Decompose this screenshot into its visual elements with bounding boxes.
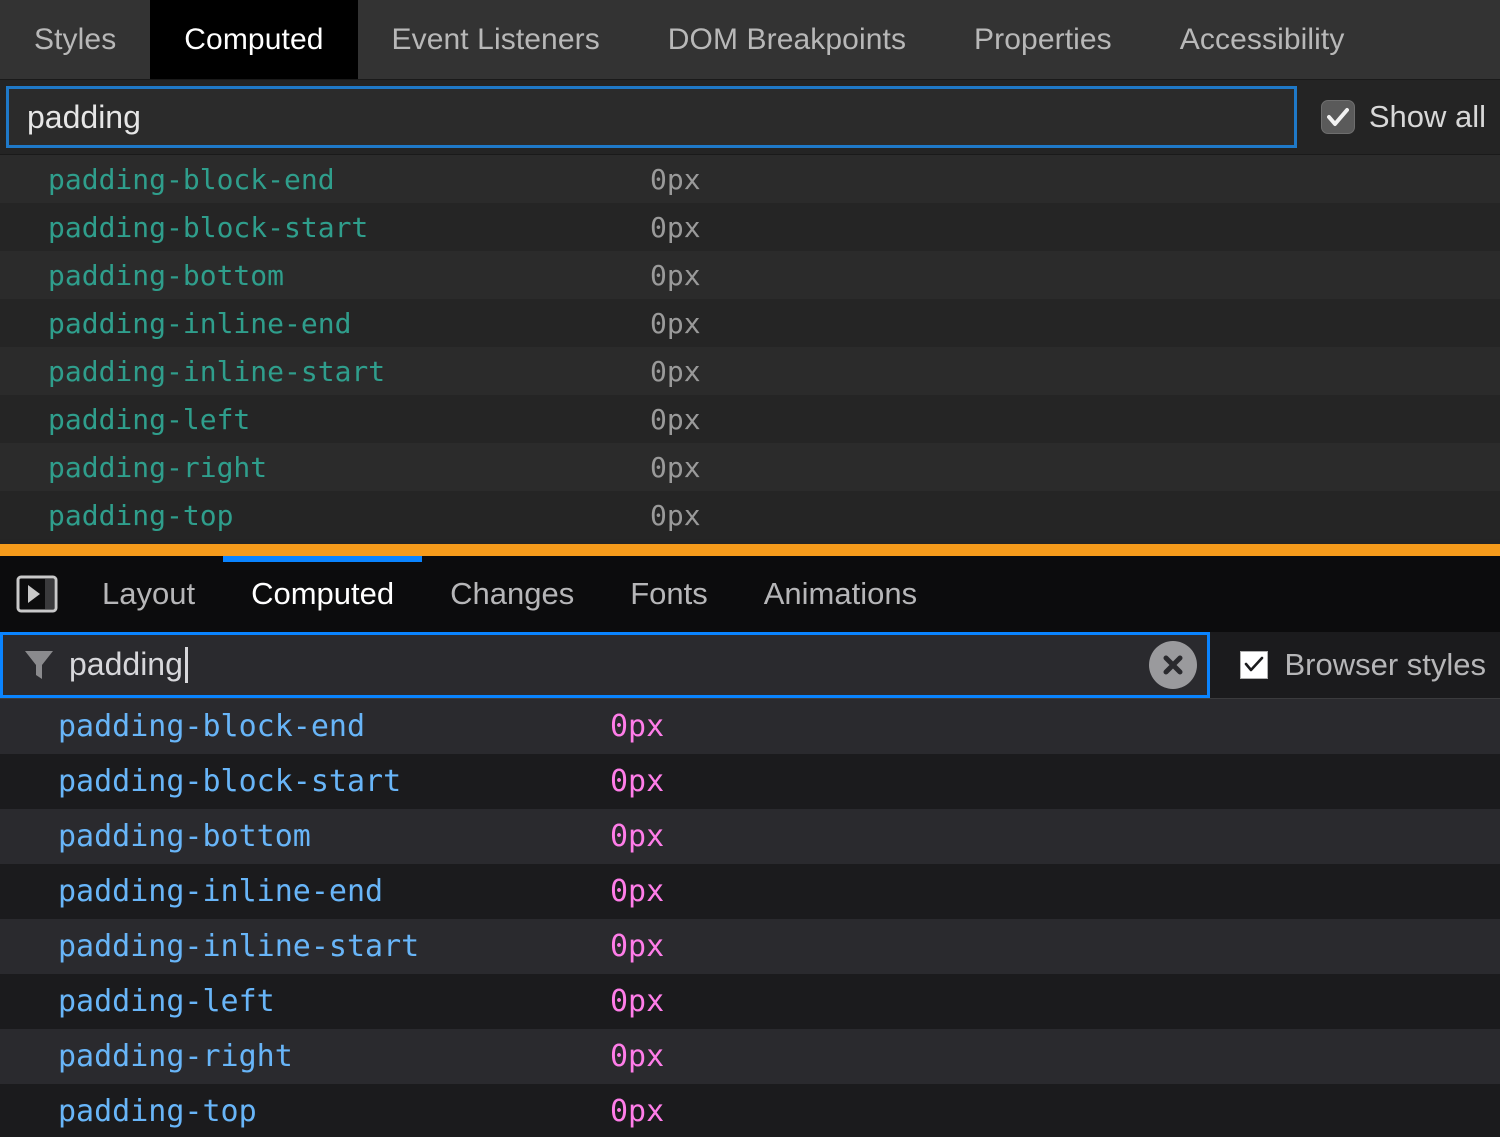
property-value: 0px	[650, 259, 701, 292]
chrome-tab-bar: Styles Computed Event Listeners DOM Brea…	[0, 0, 1500, 80]
table-row[interactable]: padding-block-start 0px	[0, 203, 1500, 251]
property-name: padding-right	[0, 1039, 610, 1074]
chrome-property-list[interactable]: padding-block-end 0px padding-block-star…	[0, 154, 1500, 544]
property-value: 0px	[650, 403, 701, 436]
property-value: 0px	[610, 1094, 664, 1129]
tab-fonts[interactable]: Fonts	[602, 556, 736, 632]
property-value: 0px	[650, 307, 701, 340]
tab-styles[interactable]: Styles	[0, 0, 150, 79]
table-row[interactable]: padding-left 0px	[0, 395, 1500, 443]
property-name: padding-left	[0, 403, 650, 436]
property-name: padding-bottom	[0, 259, 650, 292]
chrome-computed-panel: Styles Computed Event Listeners DOM Brea…	[0, 0, 1500, 544]
firefox-computed-panel: Layout Computed Changes Fonts Animations…	[0, 556, 1500, 1137]
property-value: 0px	[610, 929, 664, 964]
property-name: padding-block-end	[0, 709, 610, 744]
property-value: 0px	[610, 819, 664, 854]
chrome-filter-input[interactable]: padding	[6, 86, 1297, 148]
property-name: padding-block-end	[0, 163, 650, 196]
table-row[interactable]: padding-block-start 0px	[0, 754, 1500, 809]
table-row[interactable]: padding-bottom 0px	[0, 809, 1500, 864]
property-name: padding-top	[0, 499, 650, 532]
text-caret	[185, 647, 188, 683]
table-row[interactable]: padding-inline-start 0px	[0, 919, 1500, 974]
firefox-filter-bar: padding Browser styles	[0, 632, 1500, 698]
firefox-tab-bar: Layout Computed Changes Fonts Animations	[0, 556, 1500, 632]
property-name: padding-right	[0, 451, 650, 484]
tab-event-listeners[interactable]: Event Listeners	[358, 0, 634, 79]
firefox-filter-value: padding	[69, 646, 183, 683]
property-name: padding-block-start	[0, 764, 610, 799]
devtools-comparison-screenshot: Styles Computed Event Listeners DOM Brea…	[0, 0, 1500, 1137]
table-row[interactable]: padding-bottom 0px	[0, 251, 1500, 299]
checkbox-checked-icon[interactable]	[1240, 651, 1268, 679]
table-row[interactable]: padding-inline-start 0px	[0, 347, 1500, 395]
tab-properties[interactable]: Properties	[940, 0, 1146, 79]
tab-computed[interactable]: Computed	[150, 0, 357, 79]
show-all-label: Show all	[1369, 99, 1486, 135]
table-row[interactable]: padding-inline-end 0px	[0, 299, 1500, 347]
table-row[interactable]: padding-top 0px	[0, 1084, 1500, 1137]
property-value: 0px	[650, 355, 701, 388]
panel-divider	[0, 544, 1500, 556]
checkbox-checked-icon[interactable]	[1321, 100, 1355, 134]
property-name: padding-bottom	[0, 819, 610, 854]
browser-styles-toggle[interactable]: Browser styles	[1218, 632, 1500, 698]
tab-animations[interactable]: Animations	[736, 556, 945, 632]
tab-changes[interactable]: Changes	[422, 556, 602, 632]
firefox-filter-input[interactable]: padding	[0, 632, 1210, 698]
table-row[interactable]: padding-right 0px	[0, 443, 1500, 491]
table-row[interactable]: padding-block-end 0px	[0, 699, 1500, 754]
property-value: 0px	[650, 163, 701, 196]
tab-dom-breakpoints[interactable]: DOM Breakpoints	[634, 0, 940, 79]
property-value: 0px	[610, 709, 664, 744]
chrome-filter-bar: padding Show all	[0, 80, 1500, 154]
chrome-filter-value: padding	[27, 99, 141, 136]
table-row[interactable]: padding-inline-end 0px	[0, 864, 1500, 919]
clear-circle-icon[interactable]	[1149, 641, 1197, 689]
property-value: 0px	[610, 764, 664, 799]
show-all-toggle[interactable]: Show all	[1297, 99, 1500, 135]
table-row[interactable]: padding-left 0px	[0, 974, 1500, 1029]
expand-sidebar-icon[interactable]	[0, 556, 74, 632]
browser-styles-label: Browser styles	[1284, 647, 1486, 683]
property-name: padding-inline-start	[0, 929, 610, 964]
property-value: 0px	[650, 451, 701, 484]
property-value: 0px	[650, 211, 701, 244]
property-name: padding-left	[0, 984, 610, 1019]
table-row[interactable]: padding-top 0px	[0, 491, 1500, 539]
property-value: 0px	[610, 874, 664, 909]
property-name: padding-inline-start	[0, 355, 650, 388]
table-row[interactable]: padding-block-end 0px	[0, 155, 1500, 203]
property-name: padding-top	[0, 1094, 610, 1129]
property-name: padding-inline-end	[0, 874, 610, 909]
firefox-property-list[interactable]: padding-block-end 0px padding-block-star…	[0, 698, 1500, 1137]
property-name: padding-block-start	[0, 211, 650, 244]
property-value: 0px	[610, 984, 664, 1019]
tab-accessibility[interactable]: Accessibility	[1146, 0, 1379, 79]
property-value: 0px	[650, 499, 701, 532]
table-row[interactable]: padding-right 0px	[0, 1029, 1500, 1084]
firefox-filter-value-wrap: padding	[69, 646, 1135, 683]
property-name: padding-inline-end	[0, 307, 650, 340]
tab-layout[interactable]: Layout	[74, 556, 223, 632]
property-value: 0px	[610, 1039, 664, 1074]
funnel-icon	[23, 648, 55, 682]
tab-computed-firefox[interactable]: Computed	[223, 556, 422, 632]
